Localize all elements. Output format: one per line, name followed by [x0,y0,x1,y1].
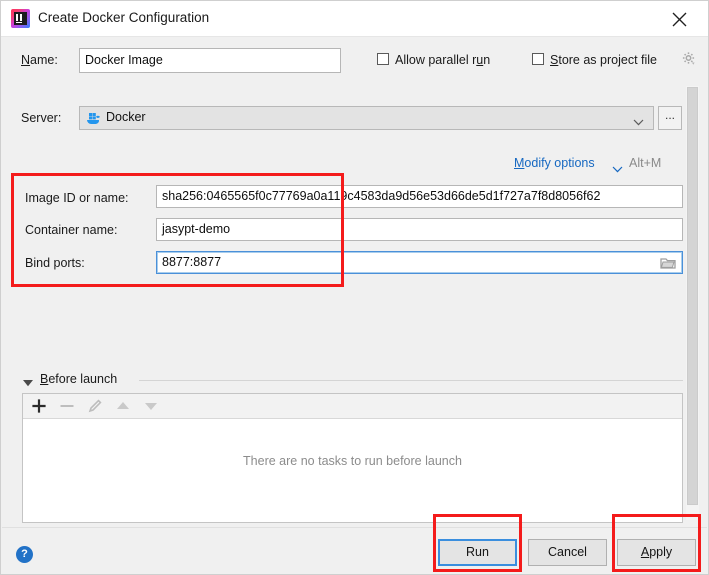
intellij-idea-logo-icon [11,9,30,28]
server-dropdown[interactable]: Docker [79,106,654,130]
store-as-project-file-label[interactable]: Store as project file [550,53,657,67]
dialog-title: Create Docker Configuration [38,10,210,25]
chevron-down-icon [633,115,644,129]
triangle-down-icon[interactable] [23,376,33,390]
section-divider [139,380,683,381]
before-launch-empty-message: There are no tasks to run before launch [243,454,462,468]
server-value: Docker [106,110,146,124]
pencil-icon[interactable] [85,396,105,416]
apply-button[interactable]: Apply [617,539,696,566]
before-launch-toolbar [23,394,682,419]
move-up-button[interactable] [113,396,133,416]
name-label: Name: [21,53,58,67]
move-down-button[interactable] [141,396,161,416]
modify-options-link[interactable]: Modify options [514,156,595,170]
allow-parallel-run-checkbox[interactable] [377,53,389,65]
allow-parallel-run-label[interactable]: Allow parallel run [395,53,490,67]
run-button[interactable]: Run [438,539,517,566]
modify-options-shortcut: Alt+M [629,156,662,170]
docker-whale-icon [86,111,102,127]
name-input[interactable]: Docker Image [79,48,341,73]
close-icon[interactable] [660,1,700,36]
remove-task-button[interactable] [57,396,77,416]
create-docker-configuration-dialog: Create Docker Configuration Name: Docker… [0,0,709,575]
image-id-input[interactable]: sha256:0465565f0c77769a0a119c4583da9d56e… [156,185,683,208]
image-id-label: Image ID or name: [25,191,129,205]
chevron-down-icon[interactable] [612,162,623,176]
bind-ports-label: Bind ports: [25,256,85,270]
server-browse-button[interactable]: ... [658,106,682,130]
store-as-project-file-checkbox[interactable] [532,53,544,65]
bind-ports-value: 8877:8877 [162,255,222,269]
gear-icon[interactable] [681,51,697,67]
add-task-button[interactable] [29,396,49,416]
server-label: Server: [21,111,62,125]
bind-ports-input[interactable]: 8877:8877 [156,251,683,274]
before-launch-panel: There are no tasks to run before launch [22,393,683,523]
before-launch-label[interactable]: Before launch [40,372,117,386]
container-name-input[interactable]: jasypt-demo [156,218,683,241]
folder-icon[interactable] [660,256,676,270]
container-name-label: Container name: [25,223,118,237]
help-icon[interactable]: ? [16,546,33,563]
vertical-scrollbar-thumb[interactable] [687,87,698,505]
cancel-button[interactable]: Cancel [528,539,607,566]
dialog-titlebar: Create Docker Configuration [1,1,708,37]
